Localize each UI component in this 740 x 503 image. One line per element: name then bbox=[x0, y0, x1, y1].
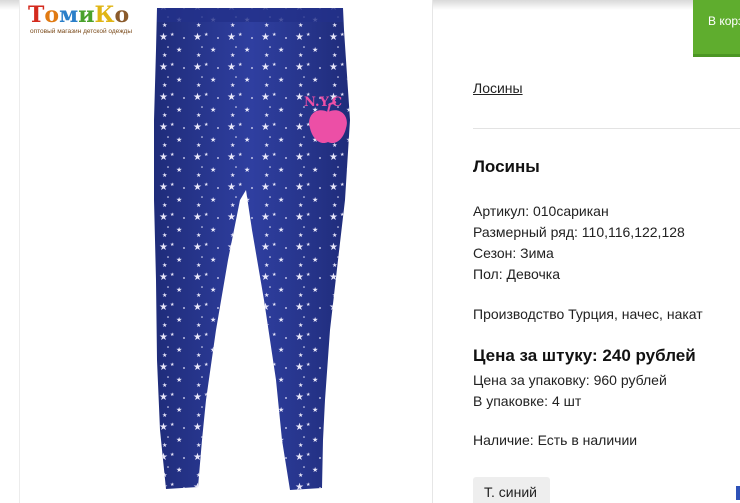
logo-letter-5: К bbox=[94, 2, 115, 28]
product-title: Лосины bbox=[473, 157, 540, 176]
season-text: Сезон: Зима bbox=[473, 245, 554, 261]
add-to-cart-button[interactable]: В корзину bbox=[693, 0, 740, 57]
price-per-item: Цена за штуку: 240 рублей bbox=[473, 346, 696, 365]
article-text: Артикул: 010сарикан bbox=[473, 203, 609, 219]
logo-letter-6: о bbox=[114, 2, 130, 28]
breadcrumb-link[interactable]: Лосины bbox=[473, 80, 523, 96]
pack-quantity: В упаковке: 4 шт bbox=[473, 393, 582, 409]
availability-text: Наличие: Есть в наличии bbox=[473, 432, 638, 448]
edge-link-mark[interactable] bbox=[736, 486, 740, 500]
product-image-leggings: ★ ★ ★ ★ N.Y.C bbox=[154, 8, 350, 490]
production-text: Производство Турция, начес, накат bbox=[473, 306, 703, 322]
logo-wordmark: Т о м и К о bbox=[28, 2, 129, 28]
gender-text: Пол: Девочка bbox=[473, 266, 561, 282]
print-text: N.Y.C bbox=[304, 95, 342, 110]
logo-letter-1: Т bbox=[28, 2, 45, 28]
color-option-chip[interactable]: Т. синий bbox=[473, 477, 550, 503]
logo-letter-3: м bbox=[59, 2, 79, 28]
price-per-pack: Цена за упаковку: 960 рублей bbox=[473, 372, 667, 388]
logo-letter-4: и bbox=[78, 2, 95, 28]
logo-tagline: оптовый магазин детской одежды bbox=[30, 28, 133, 35]
sizes-text: Размерный ряд: 110,116,122,128 bbox=[473, 224, 685, 240]
logo-letter-2: о bbox=[44, 2, 60, 28]
product-attributes: Артикул: 010сарикан Размерный ряд: 110,1… bbox=[473, 201, 685, 285]
panel-divider bbox=[432, 0, 433, 503]
divider bbox=[473, 128, 740, 129]
pack-info: Цена за упаковку: 960 рублей В упаковке:… bbox=[473, 370, 667, 412]
site-logo[interactable]: Т о м и К о оптовый магазин детской одеж… bbox=[28, 2, 148, 42]
